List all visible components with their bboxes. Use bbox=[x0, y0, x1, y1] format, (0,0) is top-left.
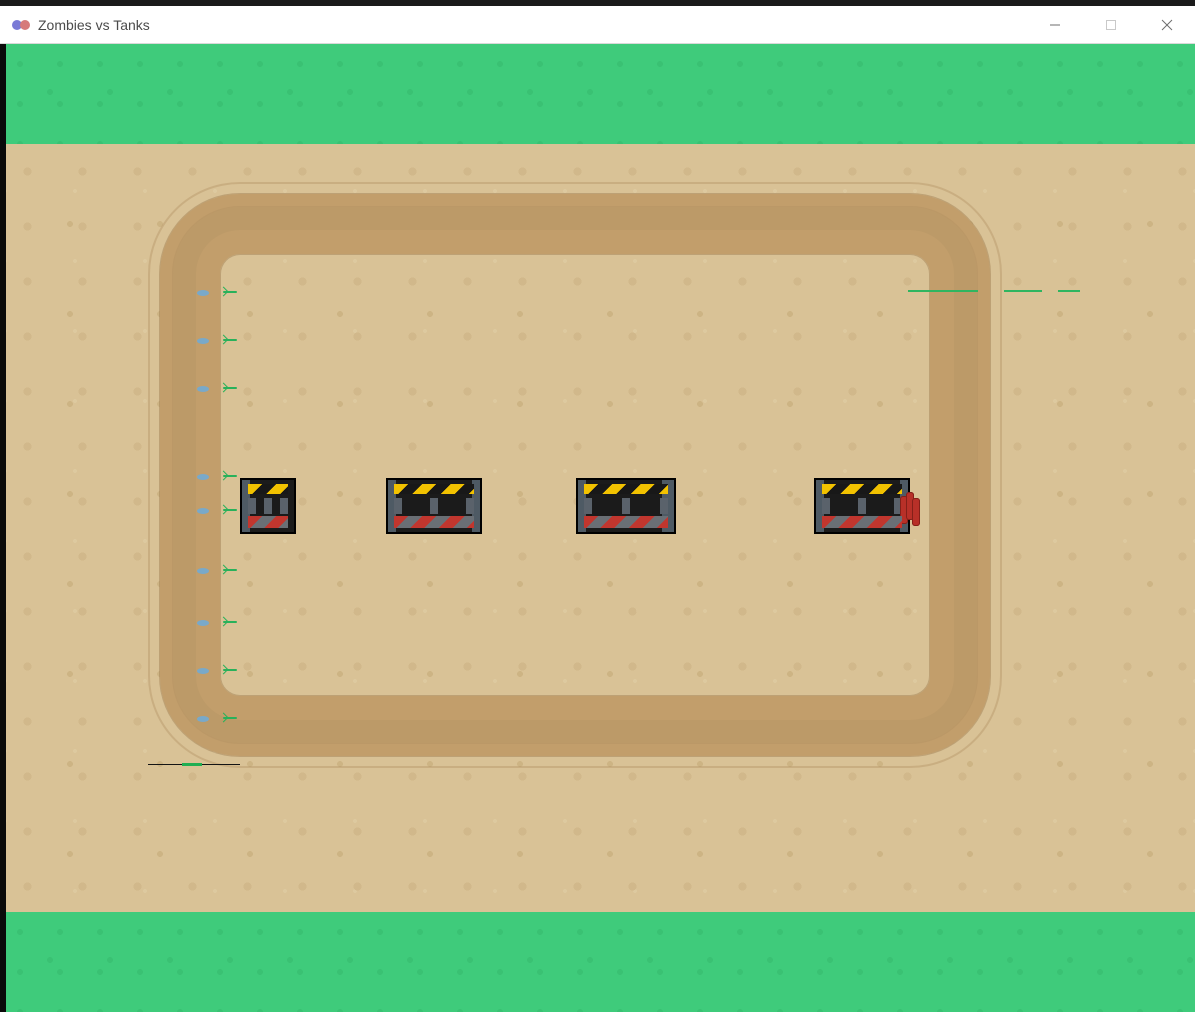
finish-mark bbox=[1004, 290, 1042, 292]
window-controls bbox=[1027, 6, 1195, 43]
lane-tick bbox=[195, 618, 245, 626]
puddle-icon bbox=[197, 290, 209, 296]
puddle-icon bbox=[197, 508, 209, 514]
window-titlebar[interactable]: Zombies vs Tanks bbox=[0, 6, 1195, 44]
puddle-icon bbox=[197, 568, 209, 574]
barricade-body bbox=[584, 498, 668, 514]
grass-band-top bbox=[0, 44, 1195, 144]
puddle-icon bbox=[197, 386, 209, 392]
sprout-icon bbox=[223, 621, 237, 623]
race-track bbox=[160, 194, 990, 756]
close-button[interactable] bbox=[1139, 6, 1195, 43]
lane-tick bbox=[195, 472, 245, 480]
viewport-left-border bbox=[0, 44, 6, 1012]
lane-tick bbox=[195, 506, 245, 514]
barricade[interactable] bbox=[386, 478, 482, 534]
barricade-body bbox=[248, 498, 288, 514]
lane-tick bbox=[195, 288, 245, 296]
sprout-icon bbox=[223, 509, 237, 511]
maximize-button bbox=[1083, 6, 1139, 43]
puddle-icon bbox=[197, 474, 209, 480]
sprout-icon bbox=[223, 669, 237, 671]
game-viewport[interactable] bbox=[0, 44, 1195, 1012]
puddle-icon bbox=[197, 716, 209, 722]
lane-tick bbox=[195, 714, 245, 722]
lane-tick bbox=[195, 336, 245, 344]
finish-marks bbox=[908, 288, 1088, 294]
lane-tick bbox=[195, 666, 245, 674]
sprout-icon bbox=[223, 569, 237, 571]
finish-mark bbox=[908, 290, 978, 292]
gamepad-icon bbox=[12, 19, 30, 31]
sprout-icon bbox=[223, 387, 237, 389]
dynamite-icon bbox=[900, 488, 918, 528]
barricade-body bbox=[822, 498, 902, 514]
sprout-icon bbox=[223, 717, 237, 719]
minimize-button[interactable] bbox=[1027, 6, 1083, 43]
puddle-icon bbox=[197, 338, 209, 344]
lane-tick bbox=[195, 566, 245, 574]
sprout-icon bbox=[223, 339, 237, 341]
barricade-dynamite[interactable] bbox=[814, 478, 910, 534]
barricade[interactable] bbox=[576, 478, 676, 534]
puddle-icon bbox=[197, 668, 209, 674]
lane-tick bbox=[195, 384, 245, 392]
finish-mark bbox=[1058, 290, 1080, 292]
window-title: Zombies vs Tanks bbox=[38, 17, 150, 33]
sprout-icon bbox=[223, 475, 237, 477]
barricade[interactable] bbox=[240, 478, 296, 534]
grass-band-bottom bbox=[0, 912, 1195, 1012]
barricade-body bbox=[394, 498, 474, 514]
debug-ruler bbox=[148, 764, 240, 765]
sprout-icon bbox=[223, 291, 237, 293]
puddle-icon bbox=[197, 620, 209, 626]
